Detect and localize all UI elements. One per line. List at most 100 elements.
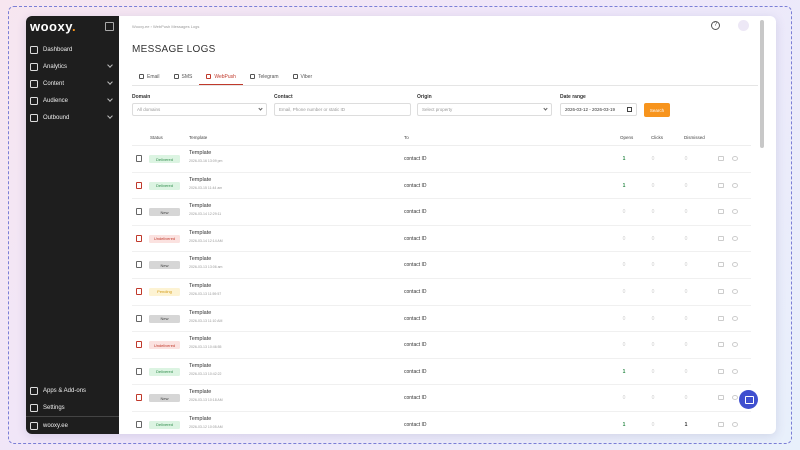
template-name[interactable]: Template xyxy=(189,416,211,422)
view-icon[interactable] xyxy=(718,156,724,161)
table-row[interactable]: New Template 2026-03-13 10:18 AM contact ID… xyxy=(132,385,751,412)
status-badge: New xyxy=(149,314,180,323)
col-dismissed[interactable]: Dismissed xyxy=(684,135,705,140)
view-icon[interactable] xyxy=(718,182,724,188)
view-icon[interactable] xyxy=(718,342,724,348)
details-icon[interactable] xyxy=(732,368,738,374)
table-row[interactable]: Undelivered Template 2026-03-14 12:14 AM co… xyxy=(132,226,751,253)
table-row[interactable]: Delivered Template 2026-03-16 13:09 pm cont… xyxy=(132,146,751,173)
recipient[interactable]: contact ID xyxy=(404,422,427,428)
details-icon[interactable] xyxy=(732,315,738,321)
recipient[interactable]: contact ID xyxy=(404,183,427,189)
origin-select[interactable]: Select property xyxy=(417,103,552,116)
col-template[interactable]: Template xyxy=(189,135,207,140)
view-icon[interactable] xyxy=(718,395,724,401)
template-name[interactable]: Template xyxy=(189,230,211,236)
chat-icon[interactable] xyxy=(739,390,758,409)
status-badge: Delivered xyxy=(149,155,180,163)
breadcrumb[interactable]: Wooxy.ee › WebPush Messages Logs xyxy=(132,24,199,29)
sidebar-item-analytics[interactable]: Analytics xyxy=(26,58,119,75)
recipient[interactable]: contact ID xyxy=(404,395,427,401)
sidebar-item-content[interactable]: Content xyxy=(26,75,119,92)
sidebar-collapse-icon[interactable] xyxy=(105,22,114,31)
help-icon[interactable]: ? xyxy=(711,21,720,30)
recipient[interactable]: contact ID xyxy=(404,316,427,322)
tab-email[interactable]: Email xyxy=(132,71,167,85)
contact-input[interactable]: Email, Phone number or static ID xyxy=(274,103,411,116)
view-icon[interactable] xyxy=(718,315,724,321)
table-row[interactable]: Delivered Template 2026-03-13 10:42:22 cont… xyxy=(132,359,751,386)
sidebar-item-dashboard[interactable]: Dashboard xyxy=(26,41,119,58)
scrollbar[interactable] xyxy=(760,20,764,148)
col-clicks[interactable]: Clicks xyxy=(651,135,663,140)
table-row[interactable]: Delivered Template 2026-03-12 10:05 AM cont… xyxy=(132,412,751,434)
col-status[interactable]: Status xyxy=(150,135,163,140)
view-icon[interactable] xyxy=(718,262,724,268)
content-icon xyxy=(30,79,38,88)
chevron-down-icon xyxy=(107,79,113,85)
details-icon[interactable] xyxy=(732,209,738,215)
sidebar-item-apps[interactable]: Apps & Add-ons xyxy=(26,382,119,399)
recipient[interactable]: contact ID xyxy=(404,262,427,268)
details-icon[interactable] xyxy=(732,421,738,427)
tab-sms[interactable]: SMS xyxy=(167,71,200,85)
template-name[interactable]: Template xyxy=(189,203,211,209)
template-name[interactable]: Template xyxy=(189,389,211,395)
table-row[interactable]: Delivered Template 2026-03-15 11:44 am cont… xyxy=(132,173,751,200)
view-icon[interactable] xyxy=(718,288,724,294)
search-button[interactable]: Search xyxy=(644,103,670,117)
sidebar-item-audience[interactable]: Audience xyxy=(26,92,119,109)
template-name[interactable]: Template xyxy=(189,336,211,342)
sidebar-item-workspace[interactable]: wooxy.ee xyxy=(26,416,119,434)
recipient[interactable]: contact ID xyxy=(404,156,427,162)
recipient[interactable]: contact ID xyxy=(404,209,427,215)
template-name[interactable]: Template xyxy=(189,150,211,156)
details-icon[interactable] xyxy=(732,182,738,188)
template-name[interactable]: Template xyxy=(189,177,211,183)
template-name[interactable]: Template xyxy=(189,363,211,369)
table-row[interactable]: New Template 2026-03-14 12:29:11 contact ID… xyxy=(132,199,751,226)
main-content: Wooxy.ee › WebPush Messages Logs ? MESSA… xyxy=(119,16,766,434)
template-name[interactable]: Template xyxy=(189,310,211,316)
recipient[interactable]: contact ID xyxy=(404,342,427,348)
details-icon[interactable] xyxy=(732,235,738,241)
avatar[interactable] xyxy=(738,20,749,31)
sidebar-item-outbound[interactable]: Outbound xyxy=(26,109,119,126)
tab-label: Telegram xyxy=(257,74,279,80)
table-row[interactable]: New Template 2026-03-13 13:06 am contact ID… xyxy=(132,252,751,279)
dismissed-count: 0 xyxy=(684,156,688,162)
details-icon[interactable] xyxy=(732,156,738,161)
opens-count: 0 xyxy=(622,262,626,269)
table-row[interactable]: Undelivered Template 2026-03-13 10:46:55 co… xyxy=(132,332,751,359)
table-row[interactable]: Pending Template 2026-03-13 11:59:57 contac… xyxy=(132,279,751,306)
recipient[interactable]: contact ID xyxy=(404,369,427,375)
details-icon[interactable] xyxy=(732,342,738,348)
date-range-input[interactable]: 2026-03-12 - 2026-03-19 xyxy=(560,103,637,116)
template-name[interactable]: Template xyxy=(189,283,211,289)
opens-count: 1 xyxy=(622,368,626,375)
logo[interactable]: wooxy. xyxy=(30,19,76,34)
view-icon[interactable] xyxy=(718,368,724,374)
details-icon[interactable] xyxy=(732,262,738,268)
col-opens[interactable]: Opens xyxy=(620,135,633,140)
email-icon xyxy=(136,208,142,216)
clicks-count: 0 xyxy=(651,288,655,295)
col-to[interactable]: To xyxy=(404,135,409,140)
sidebar-item-settings[interactable]: Settings xyxy=(26,399,119,416)
tab-webpush[interactable]: WebPush xyxy=(199,71,243,85)
view-icon[interactable] xyxy=(718,235,724,241)
table-row[interactable]: New Template 2026-03-13 11:10 AM contact ID… xyxy=(132,306,751,333)
tab-viber[interactable]: Viber xyxy=(286,71,320,85)
sidebar-nav: Dashboard Analytics Content Audience Outboun… xyxy=(26,41,119,126)
details-icon[interactable] xyxy=(732,395,738,401)
recipient[interactable]: contact ID xyxy=(404,289,427,295)
view-icon[interactable] xyxy=(718,209,724,215)
tab-telegram[interactable]: Telegram xyxy=(243,71,286,85)
view-icon[interactable] xyxy=(718,421,724,427)
details-icon[interactable] xyxy=(732,288,738,294)
chevron-down-icon xyxy=(107,96,113,102)
calendar-icon[interactable] xyxy=(627,107,632,112)
recipient[interactable]: contact ID xyxy=(404,236,427,242)
domain-select[interactable]: All domains xyxy=(132,103,267,116)
template-name[interactable]: Template xyxy=(189,256,211,262)
